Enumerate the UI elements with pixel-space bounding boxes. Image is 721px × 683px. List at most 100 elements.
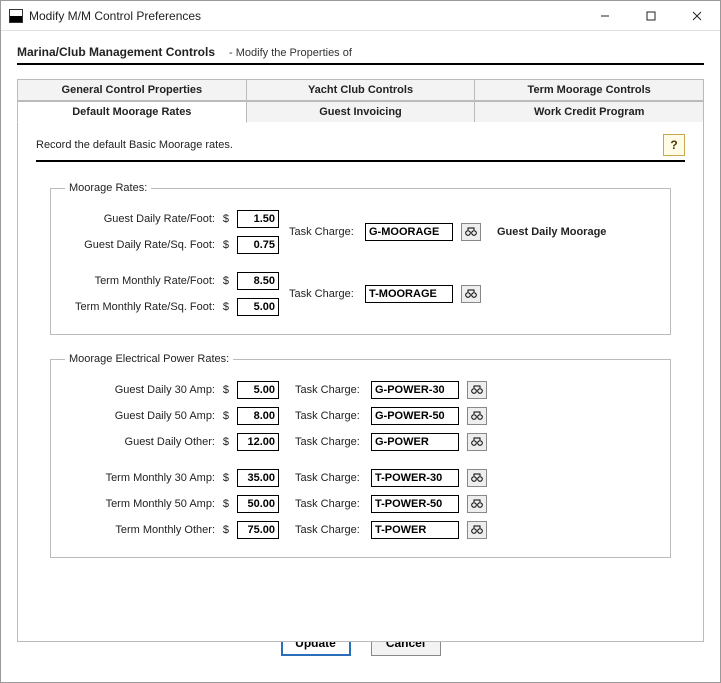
close-button[interactable] xyxy=(674,1,720,31)
tab-row-2: Default Moorage Rates Guest Invoicing Wo… xyxy=(17,101,704,123)
term-monthly-rate-sqfoot-label: Term Monthly Rate/Sq. Foot: xyxy=(65,301,215,313)
term-monthly-other-row: Term Monthly Other: $ Task Charge: xyxy=(65,517,656,543)
minimize-button[interactable] xyxy=(582,1,628,31)
guest-daily-rate-foot-input[interactable] xyxy=(237,210,279,228)
term-monthly-other-input[interactable] xyxy=(237,521,279,539)
help-button[interactable]: ? xyxy=(663,134,685,156)
currency-symbol: $ xyxy=(221,524,231,536)
term-monthly-other-label: Term Monthly Other: xyxy=(65,524,215,536)
binoculars-icon xyxy=(471,525,483,535)
binoculars-icon xyxy=(471,499,483,509)
guest-daily-30amp-charge-input[interactable] xyxy=(371,381,459,399)
term-monthly-other-lookup-button[interactable] xyxy=(467,521,487,539)
page-action: - Modify the Properties of xyxy=(229,47,352,59)
binoculars-icon xyxy=(471,437,483,447)
binoculars-icon xyxy=(471,385,483,395)
help-icon: ? xyxy=(670,138,677,152)
term-monthly-other-charge-input[interactable] xyxy=(371,521,459,539)
guest-daily-moorage-label: Guest Daily Moorage xyxy=(497,226,606,238)
task-charge-label: Task Charge: xyxy=(295,384,365,396)
task-charge-label: Task Charge: xyxy=(295,472,365,484)
tab-default-moorage-rates[interactable]: Default Moorage Rates xyxy=(17,101,247,123)
guest-daily-rate-foot-row: Guest Daily Rate/Foot: $ xyxy=(65,206,279,232)
guest-daily-rate-foot-label: Guest Daily Rate/Foot: xyxy=(65,213,215,225)
power-rates-group: Moorage Electrical Power Rates: Guest Da… xyxy=(50,353,671,558)
guest-daily-other-lookup-button[interactable] xyxy=(467,433,487,451)
term-monthly-30amp-label: Term Monthly 30 Amp: xyxy=(65,472,215,484)
currency-symbol: $ xyxy=(221,239,231,251)
instruction-text: Record the default Basic Moorage rates. xyxy=(36,139,663,151)
term-monthly-50amp-lookup-button[interactable] xyxy=(467,495,487,513)
content-area: Marina/Club Management Controls - Modify… xyxy=(1,31,720,653)
task-charge-label: Task Charge: xyxy=(295,498,365,510)
guest-daily-other-charge-input[interactable] xyxy=(371,433,459,451)
guest-task-charge-input[interactable] xyxy=(365,223,453,241)
guest-task-charge-lookup-button[interactable] xyxy=(461,223,481,241)
binoculars-icon xyxy=(465,289,477,299)
guest-task-charge-row: Task Charge: Guest Daily Moorage xyxy=(279,219,606,245)
term-monthly-50amp-row: Term Monthly 50 Amp: $ Task Charge: xyxy=(65,491,656,517)
page-section: Marina/Club Management Controls xyxy=(17,45,215,59)
term-monthly-30amp-lookup-button[interactable] xyxy=(467,469,487,487)
instruction-row: Record the default Basic Moorage rates. … xyxy=(36,134,685,162)
guest-daily-rate-sqfoot-label: Guest Daily Rate/Sq. Foot: xyxy=(65,239,215,251)
term-monthly-30amp-charge-input[interactable] xyxy=(371,469,459,487)
tab-panel: Record the default Basic Moorage rates. … xyxy=(17,122,704,642)
guest-daily-50amp-lookup-button[interactable] xyxy=(467,407,487,425)
term-task-charge-lookup-button[interactable] xyxy=(461,285,481,303)
currency-symbol: $ xyxy=(221,384,231,396)
guest-daily-other-label: Guest Daily Other: xyxy=(65,436,215,448)
window-frame: Modify M/M Control Preferences Marina/Cl… xyxy=(0,0,721,683)
task-charge-label: Task Charge: xyxy=(289,288,359,300)
term-monthly-50amp-charge-input[interactable] xyxy=(371,495,459,513)
term-monthly-rate-foot-label: Term Monthly Rate/Foot: xyxy=(65,275,215,287)
guest-daily-50amp-label: Guest Daily 50 Amp: xyxy=(65,410,215,422)
currency-symbol: $ xyxy=(221,301,231,313)
guest-daily-rate-sqfoot-input[interactable] xyxy=(237,236,279,254)
titlebar: Modify M/M Control Preferences xyxy=(1,1,720,31)
guest-daily-50amp-charge-input[interactable] xyxy=(371,407,459,425)
guest-daily-30amp-label: Guest Daily 30 Amp: xyxy=(65,384,215,396)
binoculars-icon xyxy=(465,227,477,237)
currency-symbol: $ xyxy=(221,275,231,287)
app-icon xyxy=(9,9,23,23)
moorage-rates-legend: Moorage Rates: xyxy=(65,182,151,194)
term-monthly-rate-foot-input[interactable] xyxy=(237,272,279,290)
tab-term-moorage-controls[interactable]: Term Moorage Controls xyxy=(475,79,704,101)
term-task-charge-input[interactable] xyxy=(365,285,453,303)
term-task-charge-row: Task Charge: xyxy=(279,281,481,307)
term-monthly-rate-sqfoot-input[interactable] xyxy=(237,298,279,316)
task-charge-label: Task Charge: xyxy=(295,410,365,422)
term-monthly-50amp-input[interactable] xyxy=(237,495,279,513)
tab-work-credit-program[interactable]: Work Credit Program xyxy=(475,101,704,123)
guest-daily-50amp-row: Guest Daily 50 Amp: $ Task Charge: xyxy=(65,403,656,429)
binoculars-icon xyxy=(471,411,483,421)
guest-daily-other-input[interactable] xyxy=(237,433,279,451)
currency-symbol: $ xyxy=(221,213,231,225)
tabs-container: General Control Properties Yacht Club Co… xyxy=(17,79,704,643)
guest-daily-other-row: Guest Daily Other: $ Task Charge: xyxy=(65,429,656,455)
currency-symbol: $ xyxy=(221,498,231,510)
guest-daily-50amp-input[interactable] xyxy=(237,407,279,425)
term-monthly-50amp-label: Term Monthly 50 Amp: xyxy=(65,498,215,510)
tab-row-1: General Control Properties Yacht Club Co… xyxy=(17,79,704,101)
guest-daily-30amp-input[interactable] xyxy=(237,381,279,399)
currency-symbol: $ xyxy=(221,410,231,422)
term-monthly-rate-foot-row: Term Monthly Rate/Foot: $ xyxy=(65,268,279,294)
binoculars-icon xyxy=(471,473,483,483)
term-monthly-30amp-input[interactable] xyxy=(237,469,279,487)
guest-daily-rate-sqfoot-row: Guest Daily Rate/Sq. Foot: $ xyxy=(65,232,279,258)
task-charge-label: Task Charge: xyxy=(295,524,365,536)
moorage-rates-group: Moorage Rates: Guest Daily Rate/Foot: $ … xyxy=(50,182,671,335)
guest-daily-30amp-lookup-button[interactable] xyxy=(467,381,487,399)
tab-general-control-properties[interactable]: General Control Properties xyxy=(17,79,247,101)
guest-daily-30amp-row: Guest Daily 30 Amp: $ Task Charge: xyxy=(65,377,656,403)
maximize-button[interactable] xyxy=(628,1,674,31)
power-rates-legend: Moorage Electrical Power Rates: xyxy=(65,353,233,365)
tab-yacht-club-controls[interactable]: Yacht Club Controls xyxy=(247,79,476,101)
page-header: Marina/Club Management Controls - Modify… xyxy=(17,45,704,65)
currency-symbol: $ xyxy=(221,436,231,448)
window-title: Modify M/M Control Preferences xyxy=(29,9,201,23)
task-charge-label: Task Charge: xyxy=(289,226,359,238)
tab-guest-invoicing[interactable]: Guest Invoicing xyxy=(247,101,476,123)
